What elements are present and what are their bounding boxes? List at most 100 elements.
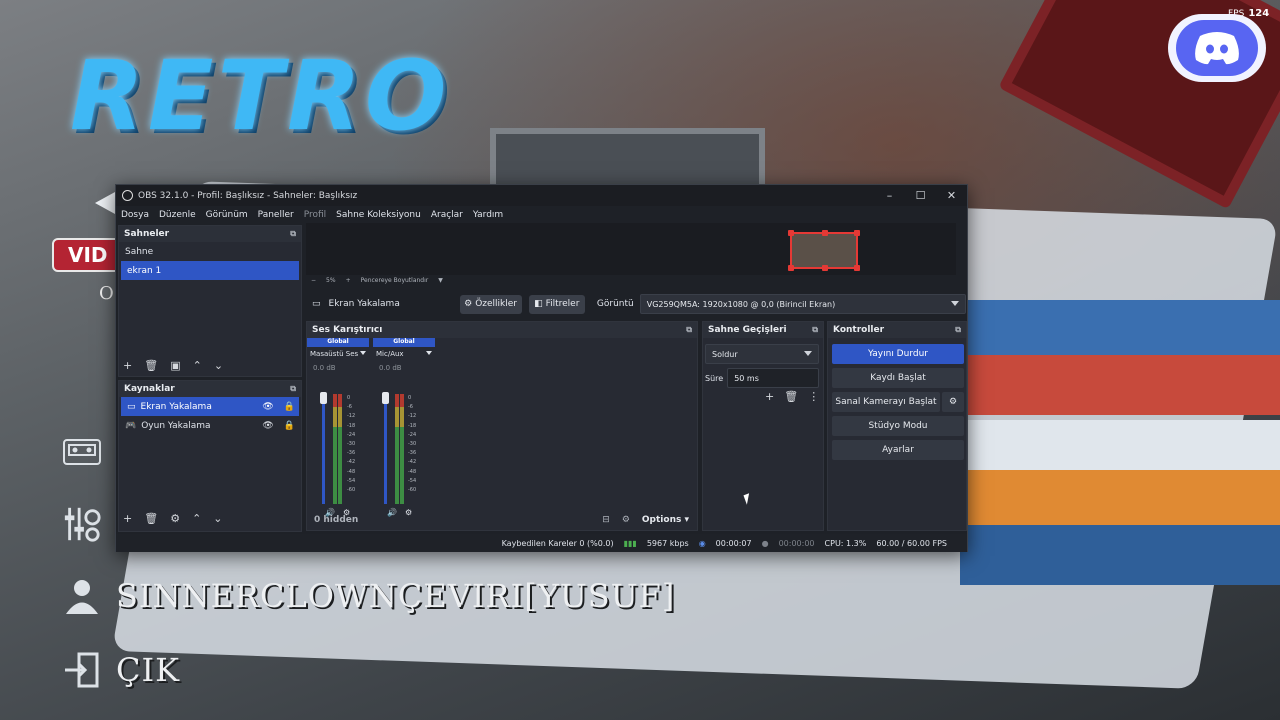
controls-panel: Kontroller ⧉ Yayını Durdur Kaydı Başlat S… (827, 321, 967, 531)
studio-mode-button[interactable]: Stüdyo Modu (832, 416, 964, 436)
hidden-count: 0 hidden (314, 515, 359, 525)
lock-icon[interactable]: 🔒 (284, 421, 295, 431)
trash-icon[interactable]: 🗑 (144, 359, 158, 372)
channel-name[interactable]: Mic/Aux (373, 347, 435, 361)
trash-icon[interactable]: 🗑 (784, 390, 798, 403)
stop-streaming-button[interactable]: Yayını Durdur (832, 344, 964, 364)
fit-to-window[interactable]: Pencereye Boyutlandır (361, 277, 429, 284)
sliders-gear-icon (62, 504, 102, 544)
controls-header: Kontroller (833, 325, 885, 335)
eye-icon[interactable]: 👁 (262, 402, 273, 412)
volume-slider-knob[interactable] (320, 392, 327, 404)
trash-icon[interactable]: 🗑 (144, 512, 158, 525)
menu-duzenle[interactable]: Düzenle (159, 210, 196, 220)
start-virtual-camera-button[interactable]: Sanal Kamerayı Başlat (832, 392, 940, 412)
volume-track[interactable] (322, 394, 325, 504)
scene-item-selected[interactable]: ekran 1 (121, 261, 299, 280)
filter-icon[interactable]: ▣ (170, 359, 180, 372)
dropdown-icon (426, 351, 432, 355)
filter-icon: ◧ (534, 299, 543, 309)
user-icon (62, 576, 102, 616)
chevron-down-icon (951, 301, 960, 306)
dock-icon[interactable]: ⧉ (812, 325, 818, 335)
sources-header: Kaynaklar (124, 384, 175, 394)
dock-icon[interactable]: ⧉ (290, 229, 296, 239)
transitions-panel: Sahne Geçişleri ⧉ Soldur Süre 50 ms + 🗑 ⋮ (702, 321, 824, 531)
channel-db: 0.0 dB (379, 364, 402, 372)
add-icon[interactable]: + (123, 512, 132, 525)
cassette-icon (62, 432, 102, 472)
volume-slider-knob[interactable] (382, 392, 389, 404)
signal-icon: ▮▮▮ (623, 538, 637, 548)
scenes-panel: Sahneler ⧉ Sahne ekran 1 + 🗑 ▣ ⌃ ⌄ (118, 225, 302, 377)
status-bar: Kaybedilen Kareler 0 (%0.0) ▮▮▮ 5967 kbp… (116, 534, 967, 552)
add-icon[interactable]: + (123, 359, 132, 372)
settings-button[interactable]: Ayarlar (832, 440, 964, 460)
dock-icon[interactable]: ⧉ (290, 384, 296, 394)
fps-readout: 60.00 / 60.00 FPS (876, 538, 947, 548)
profile-menu-item[interactable]: SINNERCLOWNÇEVIRI[YUSUF] (62, 576, 675, 616)
monitor-icon: ▭ (312, 299, 321, 309)
obs-titlebar[interactable]: OBS 32.1.0 - Profil: Başlıksız - Sahnele… (116, 185, 967, 206)
menu-yardim[interactable]: Yardım (473, 210, 503, 220)
start-recording-button[interactable]: Kaydı Başlat (832, 368, 964, 388)
level-meter (400, 394, 404, 504)
zoom-in-button[interactable]: + (346, 277, 351, 284)
back-arrow-icon[interactable] (95, 192, 115, 214)
menu-paneller[interactable]: Paneller (258, 210, 294, 220)
zoom-dropdown-icon[interactable]: ▼ (438, 277, 443, 284)
move-down-icon[interactable]: ⌄ (214, 359, 223, 372)
transitions-header: Sahne Geçişleri (708, 325, 787, 335)
move-up-icon[interactable]: ⌃ (193, 359, 202, 372)
menu-profil[interactable]: Profil (304, 210, 326, 220)
gear-icon[interactable]: ⚙ (170, 512, 180, 525)
source-item[interactable]: 🎮 Oyun Yakalama 👁 🔒 (119, 416, 301, 435)
transitions-toolbar: + 🗑 ⋮ (765, 390, 819, 403)
close-button[interactable]: ✕ (936, 189, 967, 202)
filters-button[interactable]: ◧ Filtreler (528, 294, 585, 314)
advanced-audio-icon[interactable]: ⚙ (622, 515, 630, 525)
duration-spinbox[interactable]: 50 ms (727, 368, 820, 388)
preview-canvas[interactable] (306, 223, 956, 275)
settings-menu-item[interactable] (62, 504, 102, 544)
menu-gorunum[interactable]: Görünüm (206, 210, 248, 220)
mixer-footer: 0 hidden ⊟ ⚙ Options ▾ (307, 510, 697, 530)
zoom-value: 5% (326, 277, 336, 284)
menu-partial-text: O (99, 283, 114, 304)
maximize-button[interactable]: ☐ (905, 189, 936, 202)
move-down-icon[interactable]: ⌄ (213, 512, 222, 525)
layout-icon[interactable]: ⊟ (602, 515, 610, 525)
scene-item[interactable]: Sahne (119, 242, 301, 261)
exit-menu-item[interactable]: ÇIK (62, 650, 180, 690)
level-meter (333, 394, 337, 504)
username-label: SINNERCLOWNÇEVIRI[YUSUF] (116, 577, 676, 615)
cassette-menu-item[interactable] (62, 432, 102, 472)
menu-araclar[interactable]: Araçlar (431, 210, 463, 220)
properties-button[interactable]: ⚙ Özellikler (459, 294, 522, 314)
more-icon[interactable]: ⋮ (808, 390, 819, 403)
source-item-selected[interactable]: ▭ Ekran Yakalama 👁 🔒 (121, 397, 299, 416)
volume-track[interactable] (384, 394, 387, 504)
dock-icon[interactable]: ⧉ (686, 325, 692, 335)
zoom-out-button[interactable]: − (311, 277, 316, 284)
virtual-camera-settings-icon[interactable]: ⚙ (942, 392, 964, 412)
sources-panel: Kaynaklar ⧉ ▭ Ekran Yakalama 👁 🔒 🎮 Oyun Y… (118, 380, 302, 532)
move-up-icon[interactable]: ⌃ (192, 512, 201, 525)
menu-dosya[interactable]: Dosya (121, 210, 149, 220)
options-button[interactable]: Options ▾ (642, 515, 689, 525)
gear-icon: ⚙ (464, 299, 473, 309)
dock-icon[interactable]: ⧉ (955, 325, 961, 335)
display-select[interactable]: VG259QM5A: 1920x1080 @ 0,0 (Birincil Ekr… (639, 294, 967, 314)
discord-button[interactable] (1168, 14, 1266, 82)
minimize-button[interactable]: – (874, 189, 905, 202)
channel-name[interactable]: Masaüstü Ses (307, 347, 369, 361)
lock-icon[interactable]: 🔒 (284, 402, 295, 412)
mixer-header: Ses Karıştırıcı (312, 325, 383, 335)
level-meter (338, 394, 342, 504)
eye-icon[interactable]: 👁 (262, 421, 273, 431)
transition-select[interactable]: Soldur (705, 344, 819, 364)
preview-thumbnail[interactable] (788, 230, 860, 271)
menu-sahne-koleksiyonu[interactable]: Sahne Koleksiyonu (336, 210, 421, 220)
add-icon[interactable]: + (765, 390, 774, 403)
audio-mixer-panel: Ses Karıştırıcı ⧉ Global Masaüstü Ses 0.0… (306, 321, 698, 531)
